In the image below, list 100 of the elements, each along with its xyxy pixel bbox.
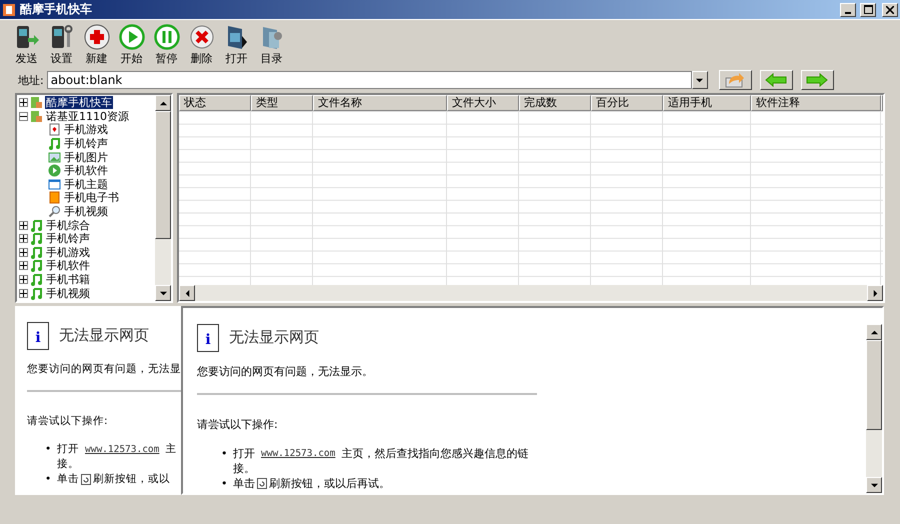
pause-icon (154, 24, 180, 50)
plus-icon (20, 262, 27, 270)
minimize-button[interactable] (840, 2, 856, 16)
maximize-icon (864, 5, 872, 14)
card-icon (48, 123, 61, 136)
bullet-text: 主 (165, 442, 176, 457)
tree-item[interactable]: 手机书籍 (45, 273, 91, 286)
book-icon (48, 191, 61, 204)
toolbar-button[interactable]: 开始 (115, 24, 148, 69)
expand-toggle[interactable] (19, 288, 28, 298)
tree-item[interactable]: 手机综合 (45, 218, 91, 232)
arrow-icon (160, 100, 166, 106)
tree-item[interactable]: 手机视频 (63, 205, 109, 218)
link[interactable]: www.12573.com (261, 446, 336, 461)
tree-item[interactable]: 手机视频 (45, 286, 91, 300)
tree-item[interactable]: 手机主题 (63, 178, 109, 191)
music-note-icon (30, 218, 43, 232)
app-icon (2, 2, 16, 16)
column-header[interactable]: 文件大小 (447, 95, 519, 111)
play-icon (118, 24, 144, 50)
toolbar-button[interactable]: 目录 (255, 24, 288, 69)
bullet-text: 接。 (232, 461, 256, 476)
bullet-text: 单击 (57, 472, 79, 487)
plus-icon (20, 99, 27, 106)
forward-button[interactable] (800, 70, 834, 90)
address-field[interactable]: about:blank (46, 71, 692, 89)
bullet-text: 刷新按钮，或以 (93, 472, 170, 487)
play-icon (48, 164, 61, 178)
scrollbar[interactable] (179, 285, 883, 301)
bullet-text: 打开 (57, 442, 79, 457)
plus-circle-icon (84, 24, 110, 50)
address-label: 地址: (18, 72, 44, 88)
music-note-icon (30, 259, 43, 272)
column-header[interactable]: 完成数 (519, 95, 591, 111)
column-header[interactable]: 类型 (251, 95, 313, 111)
arrow-icon (184, 290, 190, 296)
maximize-button[interactable] (860, 2, 876, 16)
music-note-icon (48, 137, 61, 150)
plus-icon (20, 222, 27, 229)
tree-item[interactable]: 手机铃声 (45, 232, 91, 246)
expand-toggle[interactable] (19, 261, 28, 270)
tree-item[interactable]: 手机软件 (63, 164, 109, 178)
tree-item[interactable]: 手机游戏 (63, 123, 109, 136)
column-header[interactable]: 状态 (179, 95, 251, 111)
collapse-toggle[interactable] (19, 112, 28, 121)
tree-item[interactable]: 手机电子书 (63, 191, 120, 204)
toolbar-button[interactable]: 设置 (45, 24, 78, 69)
plus-icon (20, 290, 27, 297)
expand-toggle[interactable] (19, 234, 28, 244)
arrow-icon (870, 482, 878, 488)
column-header[interactable]: 适用手机 (663, 95, 751, 111)
expand-toggle[interactable] (19, 220, 28, 230)
info-icon: i (197, 324, 219, 352)
magnifier-icon (48, 205, 61, 218)
phone-icon (30, 96, 43, 110)
tree-item[interactable]: 诺基亚1110资源 (45, 110, 130, 123)
toolbar-button[interactable]: 打开 (220, 24, 253, 69)
bullet-text: 打开 (233, 446, 255, 461)
tree-item[interactable]: 手机软件 (45, 259, 91, 272)
scrollbar[interactable] (866, 324, 882, 493)
bullet-marker: • (45, 442, 52, 457)
tree-item[interactable]: 手机图片 (63, 150, 109, 164)
minimize-icon (845, 12, 851, 14)
bullet-marker: • (45, 472, 52, 487)
go-button[interactable] (718, 70, 752, 90)
tree-item[interactable]: 酷摩手机快车 (45, 96, 113, 110)
delete-icon (188, 24, 214, 50)
bullet-text: 接。 (56, 457, 80, 472)
window-icon (48, 178, 61, 191)
bullet-text: 单击 (233, 476, 255, 491)
close-icon (886, 6, 894, 14)
bullet-text: 刷新按钮，或以后再试。 (269, 476, 390, 491)
column-header[interactable]: 文件名称 (313, 95, 447, 111)
back-button[interactable] (760, 70, 793, 90)
bullet-marker: • (221, 446, 228, 461)
bullet-text: 主页，然后查找指向您感兴趣信息的链 (341, 446, 528, 461)
toolbar-button[interactable]: 删除 (185, 24, 218, 69)
link[interactable]: www.12573.com (85, 442, 160, 457)
toolbar-button[interactable]: 新建 (80, 24, 113, 69)
refresh-icon (257, 478, 267, 489)
tree-item[interactable]: 手机铃声 (63, 137, 109, 150)
column-header[interactable]: 软件注释 (751, 95, 881, 111)
arrow-icon (870, 328, 878, 336)
music-note-icon (30, 246, 43, 259)
arrow-icon (160, 290, 166, 296)
expand-toggle[interactable] (19, 98, 28, 108)
error-message: 您要访问的网页有问题，无法显 (27, 362, 181, 376)
column-header[interactable]: 百分比 (591, 95, 663, 111)
close-button[interactable] (882, 2, 898, 16)
toolbar-button[interactable]: 发送 (10, 24, 43, 69)
page-title: 无法显示网页 (229, 328, 319, 347)
picture-icon (48, 150, 61, 164)
error-message: 您要访问的网页有问题，无法显示。 (197, 364, 373, 379)
dropdown-button[interactable] (692, 71, 708, 89)
expand-toggle[interactable] (19, 248, 28, 257)
expand-toggle[interactable] (19, 275, 28, 284)
toolbar-button[interactable]: 暂停 (150, 24, 183, 69)
scrollbar[interactable] (155, 95, 171, 301)
music-note-icon (30, 273, 43, 286)
tree-item[interactable]: 手机游戏 (45, 246, 91, 259)
